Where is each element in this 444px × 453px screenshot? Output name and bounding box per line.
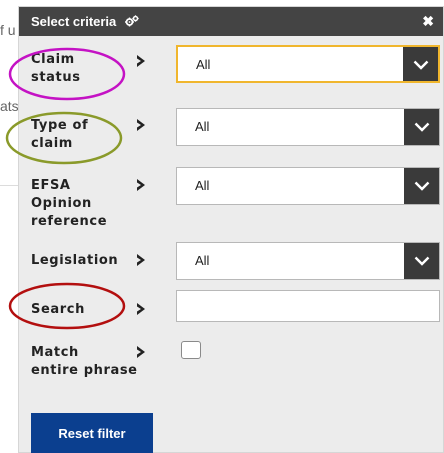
- chevron-right-icon: [137, 55, 145, 67]
- gears-icon: [124, 15, 139, 27]
- search-label: Search: [31, 301, 85, 319]
- type-of-claim-value: All: [195, 119, 210, 134]
- panel-header: Select criteria ✖: [19, 7, 443, 36]
- match-phrase-label-line1: Match: [31, 345, 79, 360]
- panel-title: Select criteria: [31, 14, 139, 29]
- legislation-value: All: [195, 253, 210, 268]
- efsa-opinion-value: All: [195, 178, 210, 193]
- background-text-fragment: ats: [0, 98, 19, 114]
- claim-status-label-line1: Claim: [31, 52, 75, 67]
- search-input[interactable]: [176, 290, 440, 322]
- claim-status-label: Claim status: [31, 51, 81, 87]
- background-text-fragment: f u: [0, 22, 16, 38]
- chevron-right-icon: [137, 179, 145, 191]
- close-icon[interactable]: ✖: [422, 13, 434, 30]
- type-of-claim-label-line1: Type of: [31, 118, 89, 133]
- claim-status-label-line2: status: [31, 70, 81, 85]
- dropdown-arrow[interactable]: [403, 47, 438, 81]
- search-label-text: Search: [31, 302, 85, 317]
- select-criteria-panel: Select criteria ✖ Claim status All Type …: [18, 6, 444, 453]
- type-of-claim-label: Type of claim: [31, 117, 88, 153]
- chevron-right-icon: [137, 303, 145, 315]
- legislation-dropdown[interactable]: All: [176, 242, 440, 280]
- dropdown-arrow[interactable]: [404, 243, 439, 279]
- chevron-right-icon: [137, 254, 145, 266]
- claim-status-value: All: [196, 57, 211, 72]
- match-phrase-label-line2: entire phrase: [31, 363, 138, 378]
- legislation-label-text: Legislation: [31, 253, 119, 268]
- type-of-claim-dropdown[interactable]: All: [176, 108, 440, 146]
- match-entire-phrase-checkbox[interactable]: [181, 341, 201, 359]
- chevron-down-icon: [414, 122, 430, 132]
- chevron-down-icon: [414, 256, 430, 266]
- claim-status-dropdown[interactable]: All: [176, 45, 440, 83]
- dropdown-arrow[interactable]: [404, 168, 439, 204]
- efsa-opinion-label-line1: EFSA: [31, 178, 71, 193]
- chevron-right-icon: [137, 346, 145, 358]
- efsa-opinion-label-line2: Opinion: [31, 196, 92, 211]
- efsa-opinion-label: EFSA Opinion reference: [31, 177, 107, 231]
- reset-filter-button[interactable]: Reset filter: [31, 413, 153, 453]
- dropdown-arrow[interactable]: [404, 109, 439, 145]
- panel-title-text: Select criteria: [31, 14, 117, 29]
- chevron-right-icon: [137, 119, 145, 131]
- background-divider: [0, 185, 18, 186]
- type-of-claim-label-line2: claim: [31, 136, 73, 151]
- chevron-down-icon: [414, 181, 430, 191]
- efsa-opinion-dropdown[interactable]: All: [176, 167, 440, 205]
- match-phrase-label: Match entire phrase: [31, 344, 138, 380]
- efsa-opinion-label-line3: reference: [31, 214, 108, 229]
- chevron-down-icon: [413, 60, 429, 70]
- legislation-label: Legislation: [31, 252, 118, 270]
